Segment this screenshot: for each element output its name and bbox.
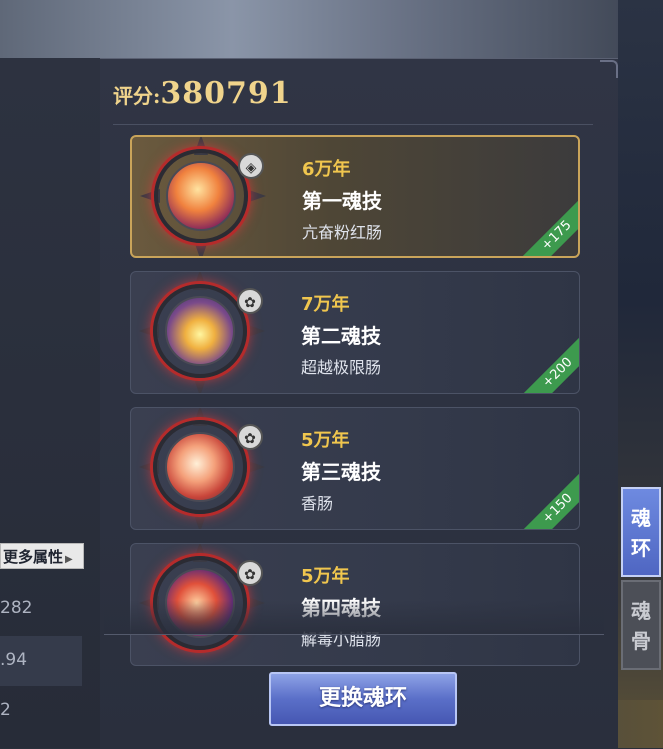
- change-soul-ring-button[interactable]: 更换魂环: [269, 672, 457, 726]
- character-portrait-icon: [165, 296, 235, 366]
- ring-spike: [193, 512, 207, 529]
- tab-soul-bone[interactable]: 魂 骨: [621, 580, 661, 670]
- ring-skill: 第三魂技: [301, 460, 381, 484]
- list-scroll-fade: [104, 600, 604, 634]
- ring-bonus: +200: [523, 337, 579, 393]
- stat-value: 282: [0, 598, 33, 618]
- ring-type-badge-icon: ✿: [237, 424, 263, 450]
- stat-value: 2: [0, 700, 11, 720]
- stat-value: .94: [0, 650, 28, 670]
- bonus-corner: +200: [523, 337, 579, 393]
- score-label: 评分:: [113, 84, 161, 108]
- ring-years: 7万年: [301, 294, 350, 315]
- soul-ring-card[interactable]: ✿ 7万年 第二魂技 超越极限肠 +200: [130, 271, 580, 394]
- ring-bonus: +175: [522, 200, 578, 256]
- score-value: 380791: [160, 76, 292, 111]
- ring-type-badge-icon: ✿: [237, 288, 263, 314]
- tab-soul-ring[interactable]: 魂 环: [621, 487, 661, 577]
- tab-label-bottom: 骨: [631, 629, 651, 653]
- ring-spike: [245, 460, 265, 474]
- ring-spike: [246, 189, 266, 203]
- ring-skill: 第一魂技: [302, 189, 382, 213]
- caret-right-icon: ▶: [65, 554, 73, 565]
- tab-label-top: 魂: [631, 599, 651, 623]
- ring-name: 亢奋粉红肠: [302, 223, 383, 242]
- bonus-corner: +175: [522, 200, 578, 256]
- panel-corner-ornament: [600, 60, 618, 78]
- ring-skill: 第二魂技: [301, 324, 381, 348]
- score-display: 评分:380791: [113, 76, 292, 111]
- soul-ring-card[interactable]: ◈ 6万年 第一魂技 亢奋粉红肠 +175: [130, 135, 580, 258]
- soul-ring-icon: ✿: [139, 408, 265, 529]
- ring-name: 超越极限肠: [301, 358, 382, 377]
- sausage-icon: [166, 161, 236, 231]
- soul-ring-icon: ✿: [139, 272, 265, 393]
- ring-bonus: +150: [523, 473, 579, 529]
- ring-years: 5万年: [301, 430, 350, 451]
- more-attributes-label: 更多属性: [3, 548, 64, 566]
- tab-label-top: 魂: [631, 506, 651, 530]
- soul-ring-icon: ◈: [140, 137, 266, 256]
- ring-spike: [194, 241, 208, 256]
- ring-spike: [193, 376, 207, 393]
- sausage-icon: [165, 432, 235, 502]
- bonus-corner: +150: [523, 473, 579, 529]
- ring-years: 5万年: [301, 566, 350, 587]
- ring-name: 香肠: [301, 494, 334, 513]
- score-divider: [113, 124, 593, 125]
- tab-label-bottom: 环: [631, 536, 651, 560]
- ring-spike: [245, 324, 265, 338]
- ring-type-badge-icon: ✿: [237, 560, 263, 586]
- list-divider: [104, 634, 604, 635]
- more-attributes-button[interactable]: 更多属性 ▶: [0, 543, 84, 569]
- ring-years: 6万年: [302, 159, 351, 180]
- soul-ring-card[interactable]: ✿ 5万年 第三魂技 香肠 +150: [130, 407, 580, 530]
- ring-type-badge-icon: ◈: [238, 153, 264, 179]
